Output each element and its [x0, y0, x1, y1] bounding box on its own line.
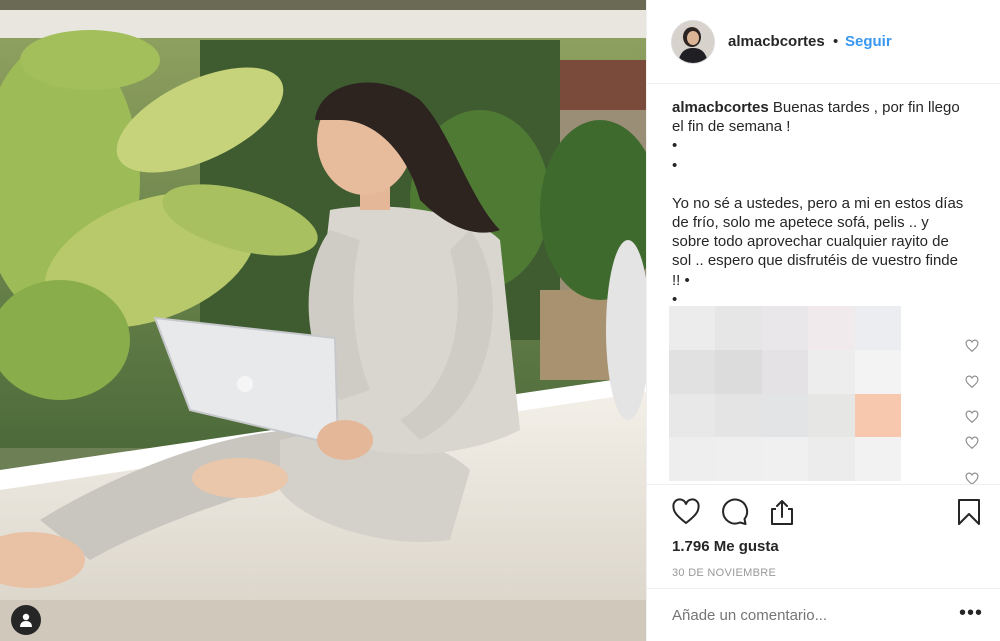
- caption-text-0: Buenas tardes , por fin llego: [772, 99, 960, 116]
- caption-username[interactable]: almacbcortes: [672, 99, 769, 116]
- comment-bar: •••: [647, 588, 1000, 641]
- caption-line-8: sol .. espero que disfrutéis de vuestro …: [672, 252, 958, 270]
- caption-line-1: el fin de semana !: [672, 118, 791, 136]
- avatar-image: [672, 21, 714, 63]
- heart-icon[interactable]: [671, 497, 701, 527]
- comment-like-heart-icon[interactable]: [965, 410, 979, 424]
- more-options-button[interactable]: •••: [959, 603, 983, 623]
- bookmark-icon[interactable]: [954, 497, 984, 527]
- post-image: [0, 0, 646, 641]
- comment-like-heart-icon[interactable]: [965, 375, 979, 389]
- post-photo[interactable]: [0, 0, 646, 641]
- caption-line-0: almacbcortes Buenas tardes , por fin lle…: [672, 98, 982, 117]
- caption-line-4: [672, 175, 982, 194]
- comment-input[interactable]: [672, 607, 932, 624]
- post-caption: almacbcortes Buenas tardes , por fin lle…: [672, 98, 982, 309]
- comment-icon[interactable]: [719, 497, 749, 527]
- avatar[interactable]: [671, 20, 715, 64]
- post-actions: [647, 484, 1000, 540]
- post-header: almacbcortes • Seguir: [647, 0, 1000, 84]
- caption-line-5: Yo no sé a ustedes, pero a mi en estos d…: [672, 194, 964, 212]
- blurred-comments: [669, 306, 901, 481]
- user-tag-button[interactable]: [11, 605, 41, 635]
- caption-line-6: de frío, solo me apetece sofá, pelis .. …: [672, 214, 929, 232]
- caption-line-9: !! •: [672, 271, 690, 289]
- user-tag-icon: [20, 613, 32, 627]
- comment-like-heart-icon[interactable]: [965, 436, 979, 450]
- header-separator: •: [833, 33, 839, 50]
- follow-button[interactable]: Seguir: [845, 33, 892, 50]
- caption-line-2: •: [672, 137, 678, 155]
- post-date[interactable]: 30 DE NOVIEMBRE: [672, 567, 776, 579]
- caption-line-7: sobre todo aprovechar cualquier rayito d…: [672, 233, 949, 251]
- caption-line-3: •: [672, 156, 678, 174]
- post-side-panel: almacbcortes • Seguir almacbcortes Buena…: [646, 0, 1000, 641]
- share-icon[interactable]: [767, 497, 797, 527]
- likes-count[interactable]: 1.796 Me gusta: [672, 538, 779, 555]
- header-username[interactable]: almacbcortes: [728, 33, 825, 50]
- comment-like-heart-icon[interactable]: [965, 339, 979, 353]
